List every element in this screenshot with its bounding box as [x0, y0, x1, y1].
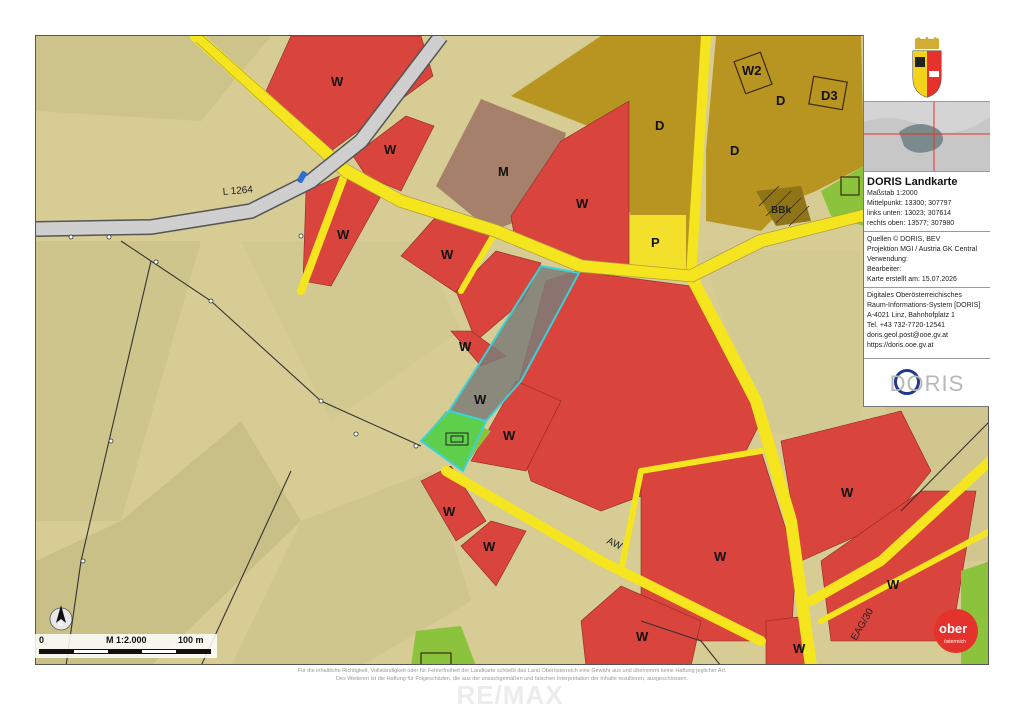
panel-scale: Maßstab 1:2000 [867, 190, 918, 197]
scale-start: 0 [39, 635, 45, 645]
disclaimer-line1: Für die inhaltliche Richtigkeit, Vollstä… [297, 668, 727, 674]
sources-box: Quellen © DORIS, BEV Projektion MGI / Au… [864, 232, 990, 288]
zone-label-w12: W [887, 577, 900, 592]
panel-upper-right: rechts oben: 13577; 307980 [867, 220, 955, 227]
panel-sources: Quellen © DORIS, BEV [867, 236, 941, 243]
scale-end: 100 m [178, 635, 204, 645]
zone-label-w8: W [443, 504, 456, 519]
zone-label-w1: W [331, 74, 344, 89]
panel-org2: Raum-Informations-System [DORIS] [867, 302, 981, 309]
zone-label-w14: W [793, 641, 806, 656]
panel-editor: Bearbeiter: [867, 266, 902, 273]
info-panel: DORIS Landkarte Maßstab 1:2000 Mittelpun… [863, 35, 990, 407]
zone-label-d3: D [776, 93, 785, 108]
zone-label-d3-sub: D3 [821, 88, 838, 103]
panel-center: Mittelpunkt: 13300; 307797 [867, 200, 952, 207]
scale-ratio: M 1:2.000 [106, 635, 147, 645]
zone-label-w9: W [483, 539, 496, 554]
zone-label-p: P [651, 235, 660, 250]
zone-label-w5: W [576, 196, 589, 211]
panel-address: A-4021 Linz, Bahnhofplatz 1 [867, 312, 955, 319]
zone-label-w13: W [636, 629, 649, 644]
panel-lower-left: links unten: 13023; 307614 [867, 210, 952, 217]
map-canvas[interactable]: W W W W W W W W W W W W W W W M D D D W2… [36, 36, 989, 665]
doris-logo-text: DORIS [889, 371, 965, 396]
svg-text:österreich: österreich [944, 639, 966, 645]
contact-box: Digitales Oberösterreichisches Raum-Info… [864, 288, 990, 359]
panel-phone: Tel. +43 732-7720-12541 [867, 322, 946, 329]
zone-label-w10: W [714, 549, 727, 564]
zone-label-bbk: BBk [771, 205, 791, 216]
zone-label-w7: W [503, 428, 516, 443]
map-frame[interactable]: W W W W W W W W W W W W W W W M D D D W2… [35, 35, 989, 665]
panel-created: Karte erstellt am: 15.07.2026 [867, 276, 957, 283]
panel-usage: Verwendung: [867, 256, 908, 263]
panel-org1: Digitales Oberösterreichisches [867, 292, 962, 299]
coat-of-arms-icon [912, 37, 942, 98]
panel-title: DORIS Landkarte [867, 176, 958, 188]
overview-map-icon [864, 102, 990, 171]
zone-label-w2-sub: W2 [742, 63, 762, 78]
zone-label-w6: W [459, 339, 472, 354]
zone-label-d1: D [655, 118, 664, 133]
zone-label-w3: W [337, 227, 350, 242]
zone-label-w-parcel: W [474, 392, 487, 407]
zone-label-d2: D [730, 143, 739, 158]
watermark: RE/MAX [456, 680, 564, 710]
zone-label-w4: W [441, 247, 454, 262]
zone-label-w2: W [384, 142, 397, 157]
panel-web[interactable]: https://doris.ooe.gv.at [864, 341, 990, 351]
panel-projection: Projektion MGI / Austria GK Central [867, 246, 978, 253]
map-info-box: DORIS Landkarte Maßstab 1:2000 Mittelpun… [864, 172, 990, 232]
panel-email[interactable]: doris.geol.post@ooe.gv.at [864, 331, 990, 341]
zone-label-w11: W [841, 485, 854, 500]
doris-logo: DORIS [864, 359, 990, 407]
coat-of-arms [864, 35, 990, 102]
svg-text:ober: ober [939, 621, 967, 636]
ober-oesterreich-logo: ober österreich [934, 609, 978, 653]
overview-map [864, 102, 990, 172]
north-label: N [58, 622, 62, 628]
zone-label-m: M [498, 164, 509, 179]
